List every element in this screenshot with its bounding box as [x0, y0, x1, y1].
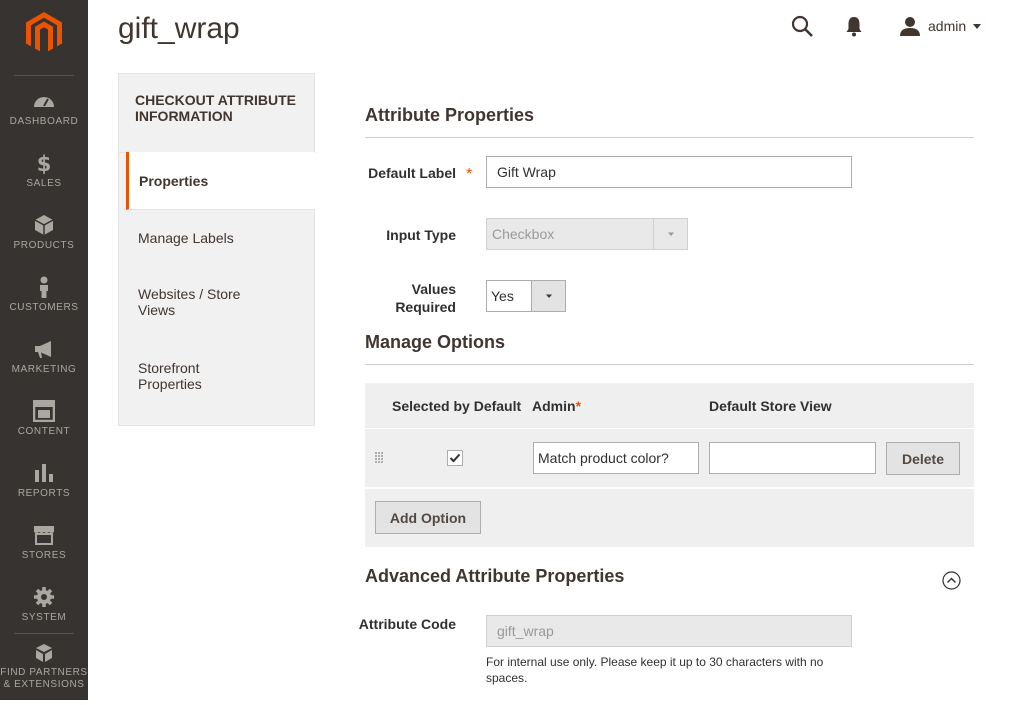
bell-icon[interactable]	[842, 14, 866, 38]
checkmark-icon	[449, 453, 461, 463]
default-label-input[interactable]: Gift Wrap	[486, 156, 852, 188]
required-asterisk: *	[575, 398, 582, 414]
bar-chart-icon	[35, 464, 53, 482]
manage-options-title: Manage Options	[365, 332, 506, 352]
tab-label: Properties	[139, 172, 209, 189]
tab-storefront-properties[interactable]: Storefront Properties	[126, 354, 246, 398]
caret-down-icon	[973, 24, 982, 29]
search-icon[interactable]	[790, 14, 814, 38]
table-row: Match product color? Delete	[365, 429, 974, 487]
section-divider	[365, 137, 974, 138]
dashboard-icon	[34, 97, 54, 107]
collapse-chevron-up-icon[interactable]	[942, 571, 961, 590]
options-table-footer: Add Option	[365, 489, 974, 547]
values-required-label: Values Required	[395, 281, 456, 315]
col-default-store-view: Default Store View	[709, 398, 832, 414]
tab-label: Storefront Properties	[138, 360, 202, 392]
admin-account-menu[interactable]: admin	[900, 14, 982, 38]
nav-products[interactable]: PRODUCTS	[0, 214, 88, 276]
layout-icon	[33, 400, 55, 422]
nav-label: STORES	[21, 550, 67, 561]
default-option-checkbox[interactable]	[447, 450, 463, 466]
col-admin-label: Admin	[532, 398, 576, 414]
attribute-code-input[interactable]: gift_wrap	[486, 615, 852, 647]
default-label-text: Default Label	[368, 165, 456, 181]
input-type-value: Checkbox	[492, 226, 555, 242]
person-icon	[40, 276, 48, 298]
section-divider	[365, 364, 974, 365]
nav-stores[interactable]: STORES	[0, 524, 88, 586]
admin-username: admin	[928, 18, 967, 34]
required-asterisk: *	[466, 166, 473, 183]
attribute-code-label: Attribute Code	[358, 616, 456, 632]
nav-label: MARKETING	[11, 364, 77, 375]
nav-content[interactable]: CONTENT	[0, 400, 88, 462]
default-label-label: Default Label	[356, 164, 456, 182]
tab-properties[interactable]: Properties	[126, 152, 315, 210]
options-table-header: Selected by Default Admin* Default Store…	[365, 383, 974, 428]
nav-label: CUSTOMERS	[9, 302, 79, 313]
user-icon	[900, 17, 920, 36]
nav-label: CONTENT	[17, 426, 71, 437]
tab-manage-labels[interactable]: Manage Labels	[126, 220, 315, 256]
attribute-code-note: For internal use only. Please keep it up…	[486, 655, 824, 685]
nav-label-line2: & EXTENSIONS	[3, 679, 85, 690]
tab-label: Websites / Store Views	[138, 286, 241, 318]
sidebar-divider	[14, 633, 74, 634]
gear-icon	[34, 587, 54, 607]
col-selected-by-default: Selected by Default	[392, 398, 522, 414]
tab-websites-store-views[interactable]: Websites / Store Views	[126, 280, 266, 324]
nav-reports[interactable]: REPORTS	[0, 462, 88, 524]
add-option-button[interactable]: Add Option	[375, 501, 481, 534]
nav-label: REPORTS	[17, 488, 71, 499]
drag-handle-icon[interactable]	[374, 451, 384, 465]
nav-find-partners[interactable]: FIND PARTNERS & EXTENSIONS	[0, 643, 88, 705]
chevron-down-icon	[653, 219, 687, 249]
chevron-down-icon	[531, 281, 565, 311]
admin-sidebar: DASHBOARD $ SALES PRODUCTS CUSTOMERS MAR…	[0, 0, 88, 700]
dollar-icon: $	[37, 152, 52, 174]
input-type-label: Input Type	[386, 227, 456, 243]
nav-label: SALES	[26, 178, 62, 189]
option-admin-input[interactable]: Match product color?	[533, 442, 699, 474]
nav-system[interactable]: SYSTEM	[0, 586, 88, 648]
nav-customers[interactable]: CUSTOMERS	[0, 276, 88, 338]
magento-logo-icon[interactable]	[26, 12, 62, 54]
nav-dashboard[interactable]: DASHBOARD	[0, 90, 88, 152]
box-icon	[34, 215, 54, 235]
nav-label: DASHBOARD	[9, 116, 79, 127]
advanced-properties-title[interactable]: Advanced Attribute Properties	[365, 566, 624, 587]
nav-label: PRODUCTS	[13, 240, 75, 251]
delete-option-button[interactable]: Delete	[886, 442, 960, 475]
nav-sales[interactable]: $ SALES	[0, 152, 88, 214]
nav-label: SYSTEM	[21, 612, 67, 623]
tabs-heading: CHECKOUT ATTRIBUTE INFORMATION	[135, 92, 296, 124]
page-title: gift_wrap	[118, 12, 240, 45]
nav-label: FIND PARTNERS	[0, 667, 88, 678]
values-required-select[interactable]: Yes	[486, 280, 566, 312]
values-required-value: Yes	[491, 288, 514, 304]
cubes-icon	[36, 644, 52, 662]
tab-label: Manage Labels	[138, 230, 234, 246]
sidebar-divider	[14, 75, 74, 76]
storefront-icon	[34, 526, 54, 545]
input-type-select[interactable]: Checkbox	[486, 218, 688, 250]
megaphone-icon	[35, 341, 51, 358]
attribute-properties-title: Attribute Properties	[365, 105, 535, 125]
nav-marketing[interactable]: MARKETING	[0, 338, 88, 400]
option-store-view-input[interactable]	[709, 442, 876, 474]
col-admin: Admin*	[532, 398, 581, 414]
svg-text:$: $	[37, 152, 52, 174]
